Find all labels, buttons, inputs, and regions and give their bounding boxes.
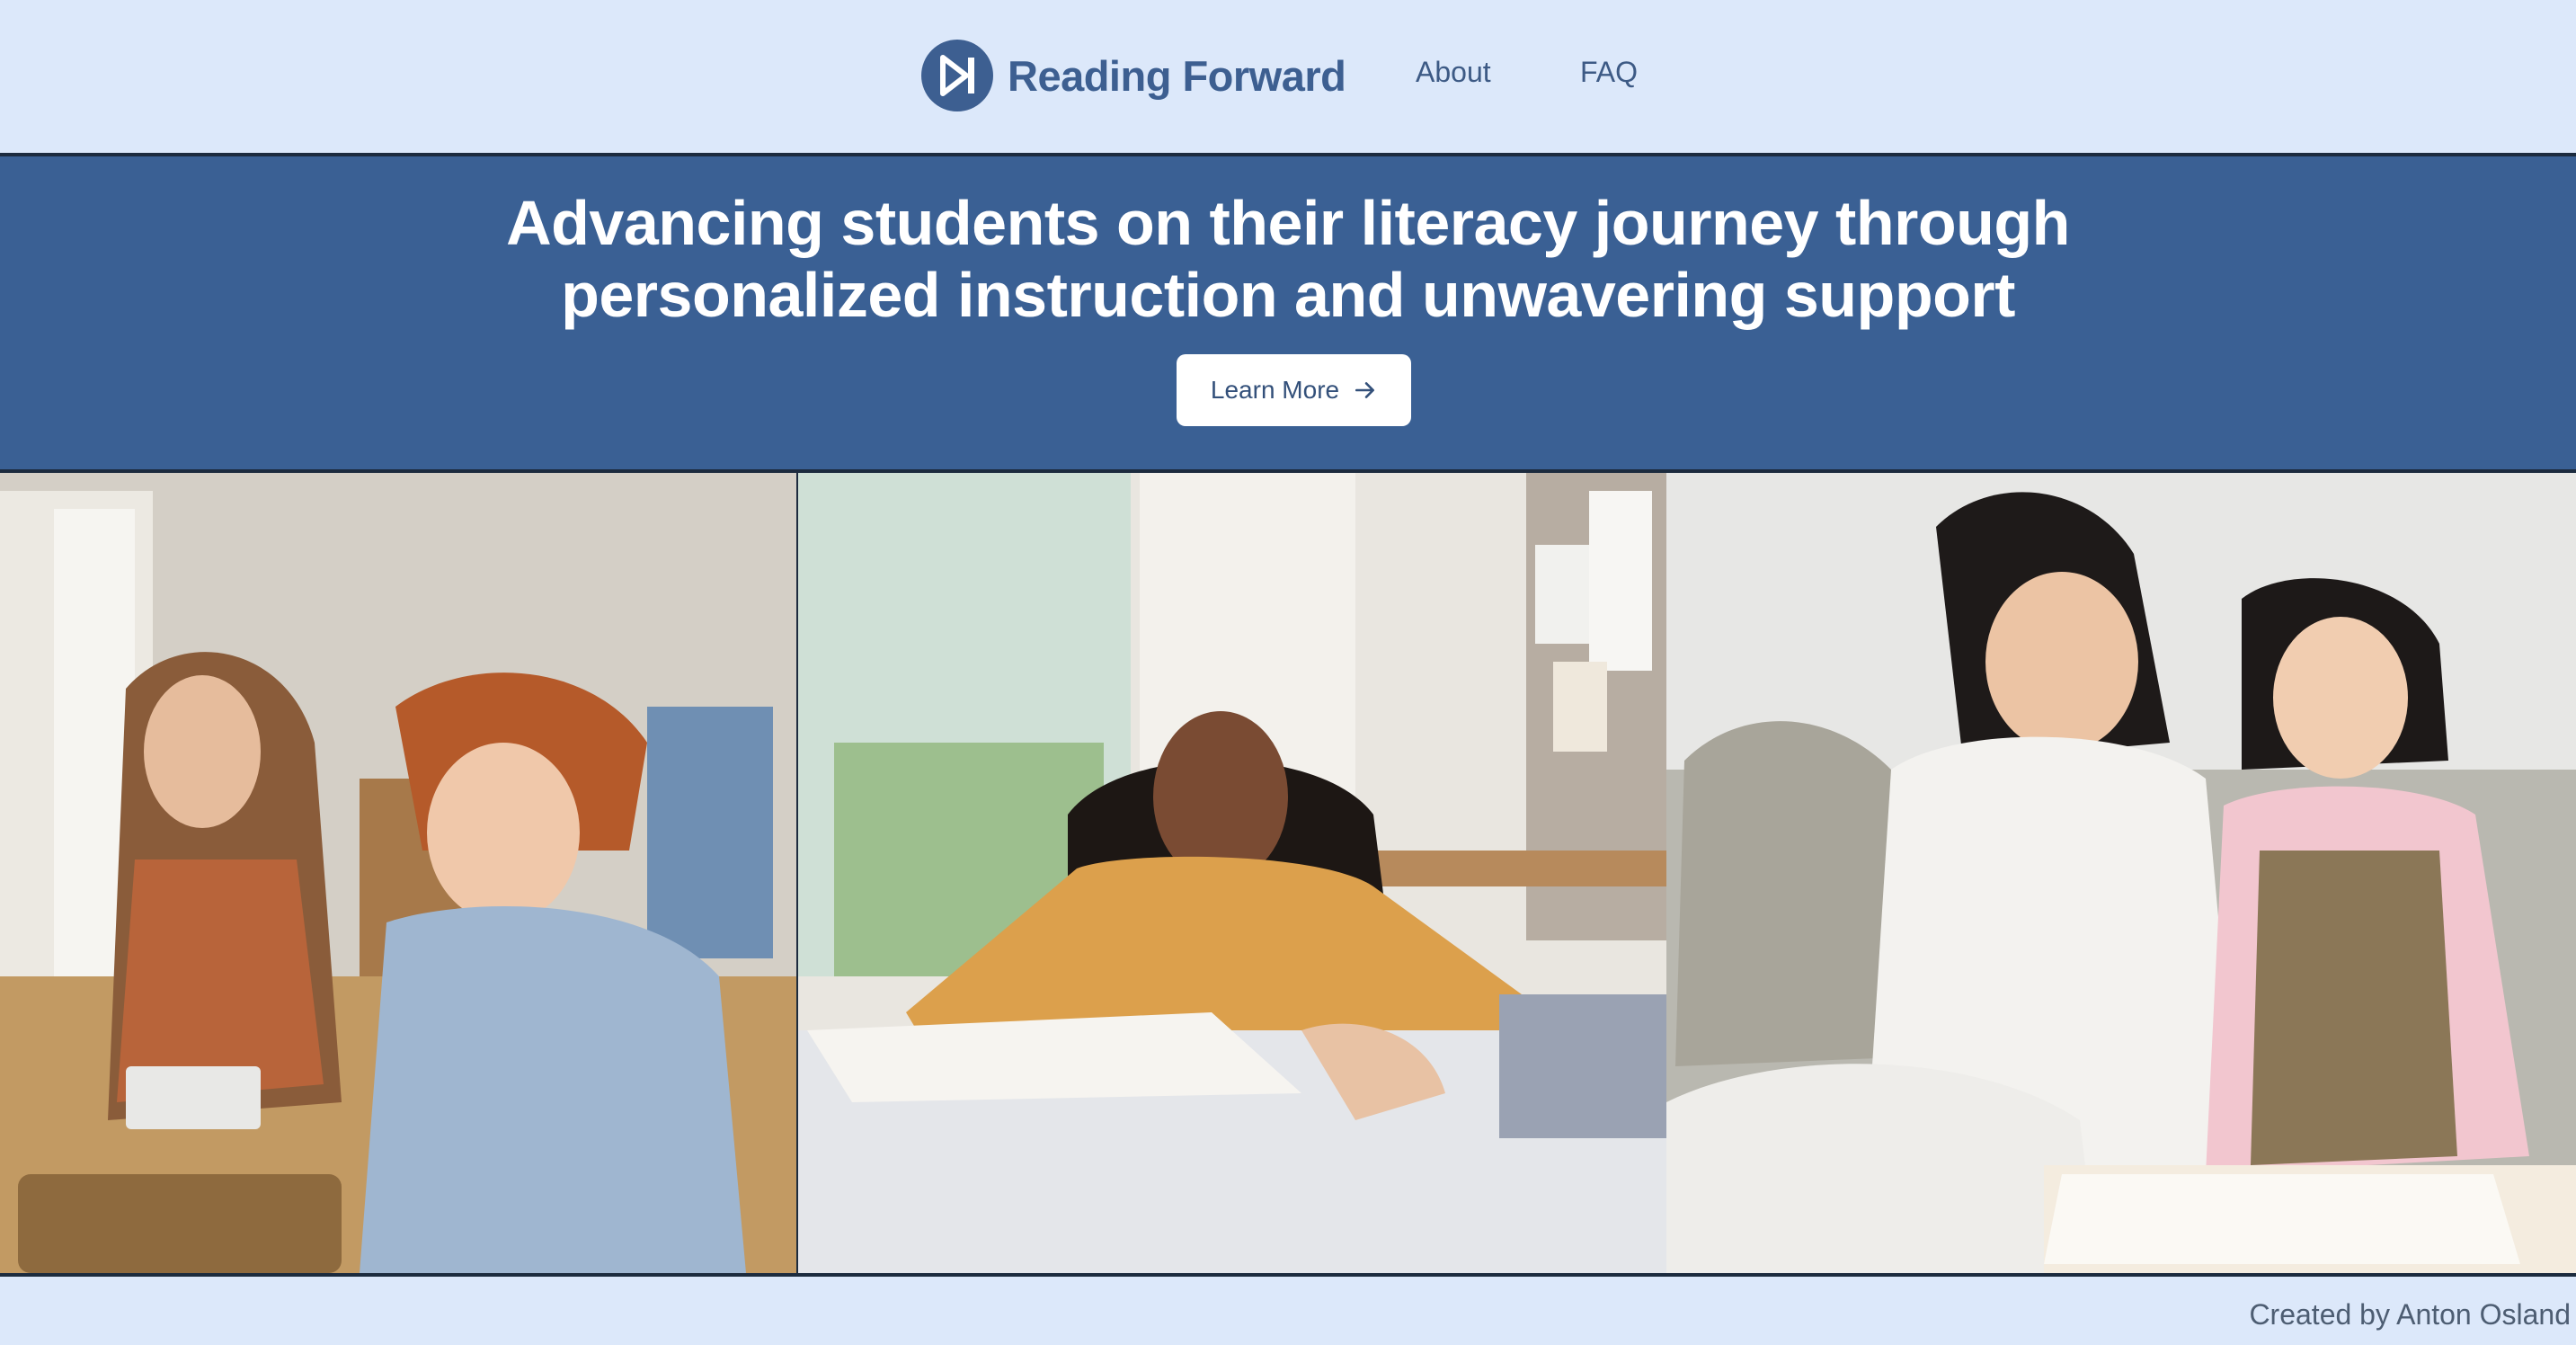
photo-woman-and-girl-drawing — [1666, 473, 2576, 1273]
hero-banner: Advancing students on their literacy jou… — [0, 153, 2576, 473]
photo-student-in-yellow-sweater — [798, 473, 1666, 1273]
arrow-right-icon — [1355, 382, 1375, 398]
photo-woman-and-boy-at-computer — [0, 473, 796, 1273]
site-footer: Created by Anton Osland — [0, 1277, 2576, 1345]
brand-link[interactable]: Reading Forward — [921, 40, 1346, 111]
hero-title-line-1: Advancing students on their literacy jou… — [506, 188, 2070, 258]
photo-strip — [0, 473, 2576, 1277]
footer-credit: Created by Anton Osland — [2249, 1298, 2571, 1331]
play-skip-forward-icon — [921, 40, 993, 111]
learn-more-label: Learn More — [1210, 376, 1340, 404]
brand-name: Reading Forward — [1008, 51, 1346, 100]
site-header: Reading Forward About FAQ — [0, 0, 2576, 153]
hero-title: Advancing students on their literacy jou… — [0, 187, 2576, 331]
learn-more-button[interactable]: Learn More — [1177, 354, 1411, 426]
nav-link-faq[interactable]: FAQ — [1580, 56, 1638, 89]
hero-title-line-2: personalized instruction and unwavering … — [561, 260, 2015, 330]
nav-link-about[interactable]: About — [1416, 56, 1491, 89]
